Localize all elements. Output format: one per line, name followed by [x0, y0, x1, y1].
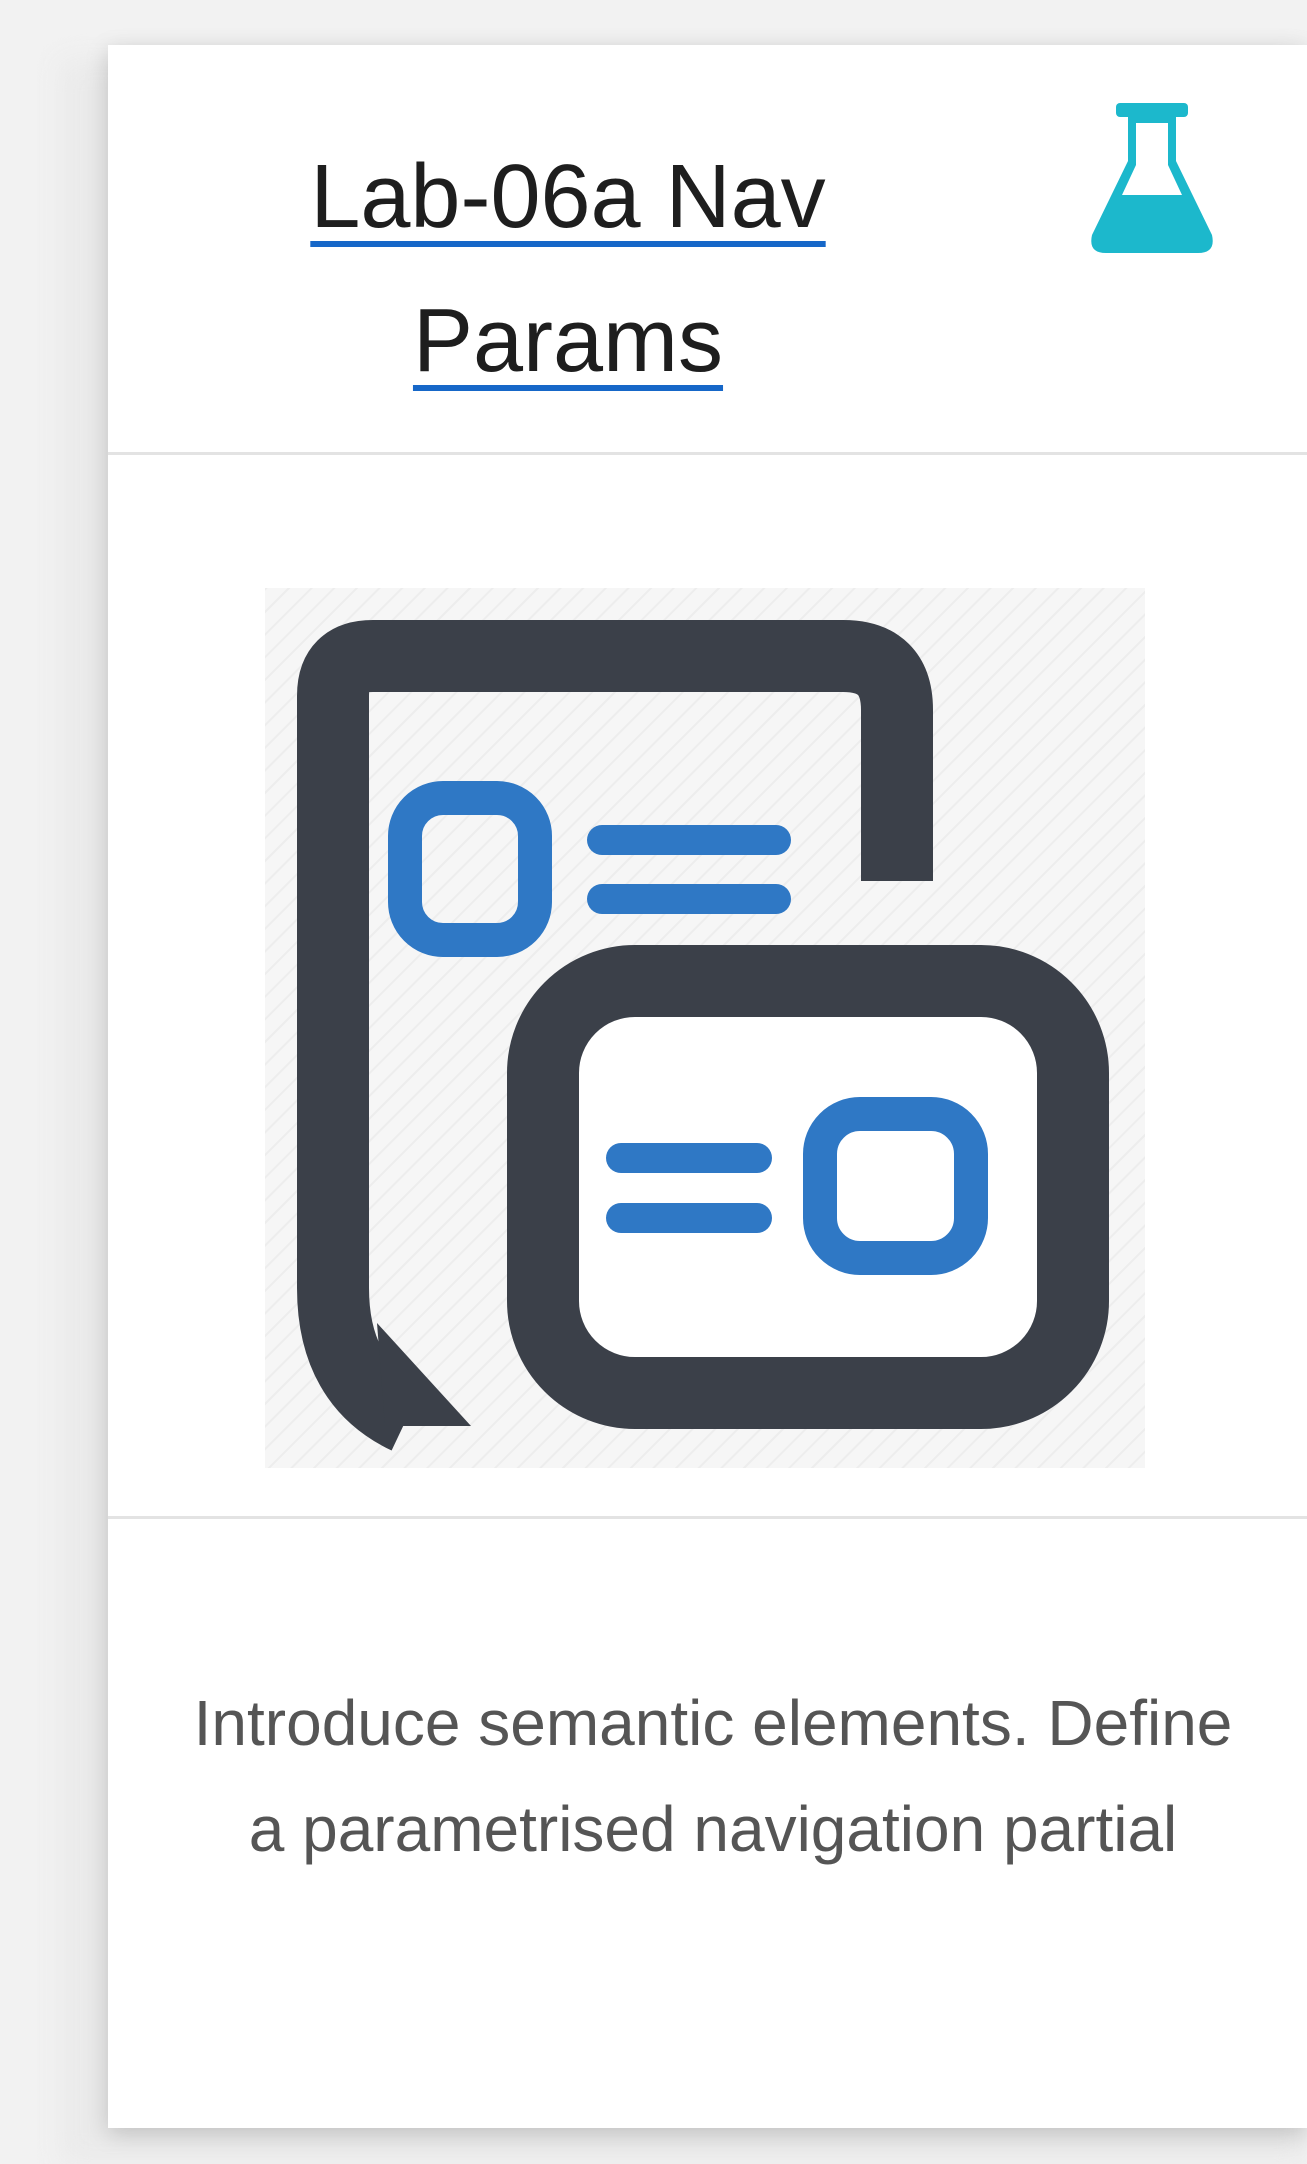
flask-icon: [1091, 103, 1213, 253]
lab-card: Lab-06a Nav Params Introduce semantic el…: [108, 45, 1307, 2128]
card-description: Introduce semantic elements. Define a pa…: [193, 1687, 1233, 1865]
linked-documents-icon: [265, 588, 1145, 1468]
card-title-link[interactable]: Lab-06a Nav Params: [228, 125, 908, 413]
card-image-area: [108, 455, 1307, 1519]
card-header: Lab-06a Nav Params: [108, 45, 1307, 455]
card-title-text: Lab-06a Nav Params: [310, 147, 826, 391]
